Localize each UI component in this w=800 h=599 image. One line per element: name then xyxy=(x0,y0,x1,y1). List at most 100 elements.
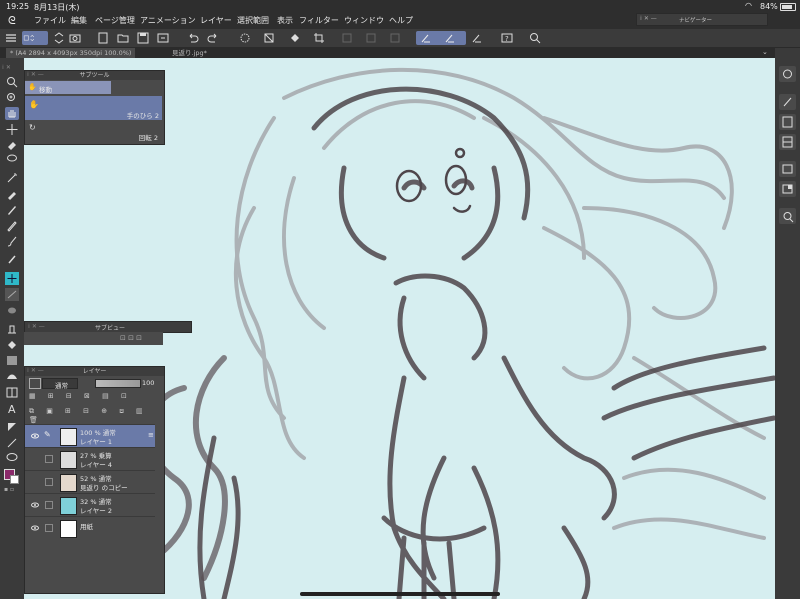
subtool-item-hand[interactable]: ✋ 手のひら 2 xyxy=(25,96,162,120)
layer-color-icon[interactable] xyxy=(29,378,41,389)
tab-document-2[interactable]: 見返り.jpg* xyxy=(168,48,211,58)
redo-icon[interactable] xyxy=(206,31,220,45)
eye-icon[interactable] xyxy=(31,501,39,509)
eye-icon[interactable] xyxy=(31,432,39,440)
blend-mode-select[interactable]: 通常 xyxy=(42,378,78,390)
clear-icon[interactable] xyxy=(262,31,276,45)
color-set-icon[interactable] xyxy=(779,161,796,177)
frame-icon[interactable] xyxy=(5,386,19,399)
svg-text:A: A xyxy=(8,403,16,415)
correct-line-icon[interactable] xyxy=(5,436,19,449)
menu-filter[interactable]: フィルター xyxy=(299,15,339,26)
menu-layer[interactable]: レイヤー xyxy=(200,15,232,26)
subview-actions-icon[interactable]: ⊡ ⊡ ⊡ xyxy=(120,334,142,342)
move-icon[interactable] xyxy=(5,123,19,136)
lasso-icon[interactable] xyxy=(5,153,19,166)
sub-color-swatch[interactable] xyxy=(10,475,19,484)
menu-selection[interactable]: 選択範囲 xyxy=(237,15,269,26)
speech-bubble-icon[interactable] xyxy=(5,451,19,464)
help-icon[interactable]: ? xyxy=(500,31,514,45)
new-file-icon[interactable] xyxy=(96,31,110,45)
layer-menu-icon[interactable]: ≡ xyxy=(148,431,154,439)
export-icon[interactable] xyxy=(156,31,170,45)
tab-document-1[interactable]: * (A4 2894 x 4093px 350dpi 100.0%) xyxy=(6,48,136,58)
panel-grip-icon[interactable]: ⁞ ✕ — xyxy=(27,367,44,374)
menu-file[interactable]: ファイル xyxy=(34,15,66,26)
pencil-icon[interactable] xyxy=(5,219,19,232)
navigator-icon[interactable] xyxy=(779,66,796,82)
navigator-panel[interactable]: ⁞ ✕ — ナビゲーター xyxy=(636,13,768,26)
sort-arrows-icon[interactable] xyxy=(52,31,66,45)
visibility-checkbox[interactable] xyxy=(45,524,53,532)
hamburger-menu-icon[interactable] xyxy=(4,31,18,45)
menu-window[interactable]: ウィンドウ xyxy=(344,15,384,26)
hand-icon: ✋ xyxy=(29,100,39,109)
layer-row[interactable]: 27 % 乗算 レイヤー 4 xyxy=(25,447,155,470)
chevron-down-icon[interactable]: ⌄ xyxy=(762,48,768,56)
tool-property-icon[interactable] xyxy=(779,94,796,110)
layer-panel: レイヤー ⁞ ✕ — 通常 100 ▦ ⊞ ⊟ ⊠ ▤ ⊡ ⧉ ▣ ⊞ ⊟ ⊕ … xyxy=(24,366,165,594)
open-folder-icon[interactable] xyxy=(116,31,130,45)
hand-icon[interactable] xyxy=(5,107,19,120)
ruler-icon[interactable] xyxy=(470,31,484,45)
layer-row[interactable]: ✎ 100 % 通常 レイヤー 1 ≡ xyxy=(25,424,155,447)
eyedropper-icon[interactable] xyxy=(5,187,19,200)
menu-view[interactable]: 表示 xyxy=(277,15,293,26)
panel-grip-icon[interactable]: ⁞ ✕ — xyxy=(640,15,657,22)
fill-bucket-icon[interactable] xyxy=(5,338,19,351)
crop-icon[interactable] xyxy=(312,31,326,45)
subtool-group-tab[interactable]: ✋ 移動 xyxy=(25,81,111,94)
layer-name: 用紙 xyxy=(80,523,93,531)
zoom-plus-icon[interactable] xyxy=(5,91,19,104)
ruler-button-group[interactable] xyxy=(416,31,466,45)
subtool-item-rotate[interactable]: ↻ 回転 2 xyxy=(25,121,162,142)
gradient-icon[interactable] xyxy=(5,354,19,367)
search-icon[interactable] xyxy=(528,31,542,45)
transparent-color-icon[interactable]: ▪ ▫ xyxy=(4,486,14,493)
undo-icon[interactable] xyxy=(186,31,200,45)
selection-icon[interactable] xyxy=(238,31,252,45)
camera-icon[interactable] xyxy=(68,31,82,45)
layer-property-icon[interactable] xyxy=(779,181,796,197)
text-tool-icon[interactable]: A xyxy=(5,402,19,416)
subview-footer: ⊡ ⊡ ⊡ xyxy=(24,332,163,345)
visibility-checkbox[interactable] xyxy=(45,478,53,486)
layer-panel-title: レイヤー xyxy=(25,367,164,376)
balloon-icon[interactable] xyxy=(5,420,19,433)
eraser-icon[interactable] xyxy=(5,138,19,151)
home-indicator xyxy=(300,592,500,596)
zoom-icon[interactable] xyxy=(5,75,19,88)
layer-row[interactable]: 用紙 xyxy=(25,516,155,539)
visibility-checkbox[interactable] xyxy=(45,455,53,463)
visibility-checkbox[interactable] xyxy=(45,501,53,509)
smudge-icon[interactable] xyxy=(5,304,19,317)
panel-grip-icon[interactable]: ⁞ ✕ — xyxy=(28,323,45,330)
figure-icon[interactable] xyxy=(5,322,19,335)
menu-page[interactable]: ページ管理 xyxy=(95,15,135,26)
brush-icon[interactable] xyxy=(5,235,19,248)
menu-animation[interactable]: アニメーション xyxy=(140,15,196,26)
layer-tools-row1-icon[interactable]: ▦ ⊞ ⊟ ⊠ ▤ ⊡ xyxy=(29,392,132,400)
fill-icon[interactable] xyxy=(288,31,302,45)
fill-icon[interactable] xyxy=(5,370,19,383)
layer-row[interactable]: 32 % 通常 レイヤー 2 xyxy=(25,493,155,516)
save-icon[interactable] xyxy=(136,31,150,45)
app-logo-icon[interactable]: ᘓ xyxy=(8,14,16,28)
color-wheel-icon[interactable] xyxy=(779,134,796,150)
panel-grip-icon[interactable]: ⁞ ✕ — xyxy=(27,71,44,78)
panel-grip-icon[interactable]: ⁞ ✕ xyxy=(2,64,11,71)
eye-icon[interactable] xyxy=(31,524,39,532)
material-icon[interactable] xyxy=(779,208,796,224)
layer-row[interactable]: 52 % 通常 見返り のコピー xyxy=(25,470,155,493)
airbrush-icon[interactable] xyxy=(5,252,19,265)
menu-help[interactable]: ヘルプ xyxy=(389,15,413,26)
pen-icon[interactable] xyxy=(5,203,19,216)
blend-icon[interactable] xyxy=(5,272,19,285)
opacity-slider[interactable] xyxy=(95,379,141,388)
magic-wand-icon[interactable] xyxy=(5,171,19,184)
layer-tools-row2-icon[interactable]: ⧉ ▣ ⊞ ⊟ ⊕ ⧈ ▥ 🗑 xyxy=(29,407,160,424)
quick-access-button[interactable] xyxy=(22,31,48,45)
decoration-icon[interactable] xyxy=(5,288,19,301)
brush-size-icon[interactable] xyxy=(779,114,796,130)
menu-edit[interactable]: 編集 xyxy=(71,15,87,26)
